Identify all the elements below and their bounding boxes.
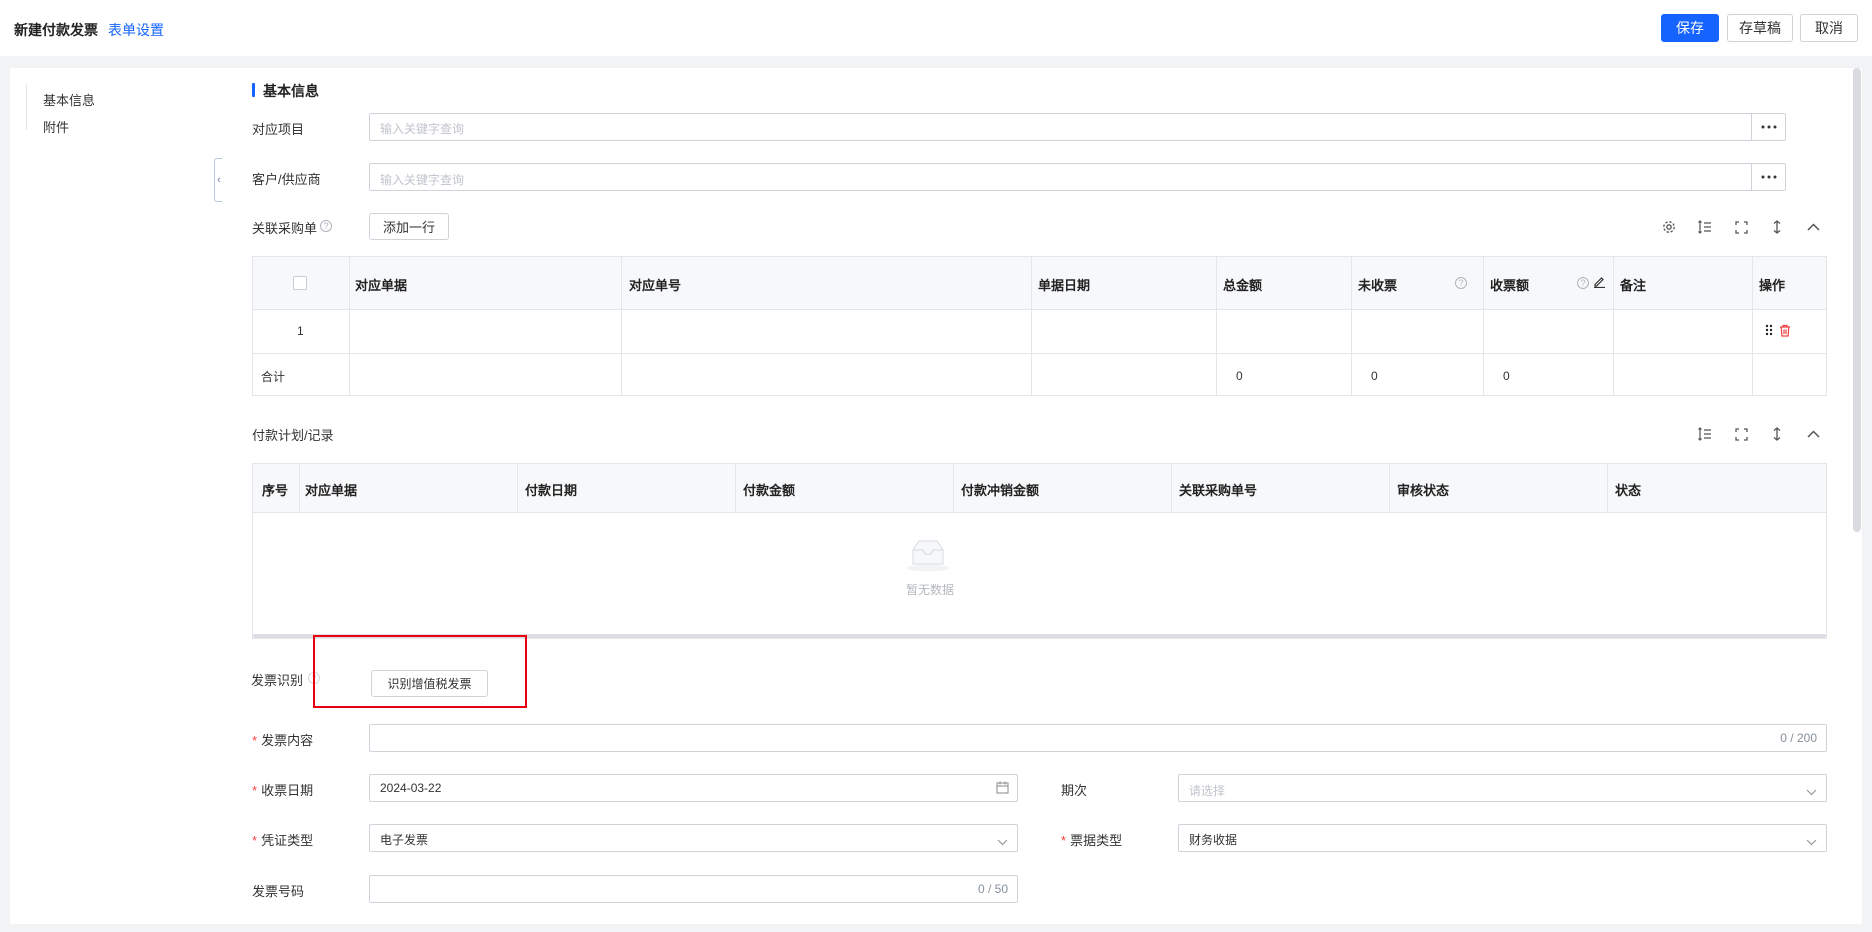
cancel-button[interactable]: 取消 bbox=[1800, 14, 1858, 42]
invoice-recognition-label: 发票识别 bbox=[251, 673, 304, 688]
invoice-content-input[interactable]: 0 / 200 bbox=[369, 724, 1827, 752]
more-icon bbox=[1761, 175, 1777, 179]
more-icon bbox=[1761, 125, 1777, 129]
row-index: 1 bbox=[297, 324, 304, 338]
drag-handle-icon[interactable] bbox=[1765, 324, 1773, 339]
invoice-number-input[interactable]: 0 / 50 bbox=[369, 875, 1018, 903]
project-placeholder: 输入关键字查询 bbox=[380, 122, 465, 136]
help-icon[interactable]: ? bbox=[1577, 277, 1589, 289]
col-header-remarks: 备注 bbox=[1620, 278, 1647, 293]
receive-date-value: 2024-03-22 bbox=[380, 781, 442, 795]
chevron-up-icon[interactable] bbox=[1804, 425, 1822, 443]
save-button[interactable]: 保存 bbox=[1661, 14, 1719, 42]
nav-item-attachments[interactable]: 附件 bbox=[43, 117, 69, 136]
customer-label: 客户/供应商 bbox=[252, 172, 321, 187]
ticket-type-select[interactable]: 财务收据 bbox=[1178, 824, 1827, 852]
row-density-icon[interactable] bbox=[1696, 425, 1714, 443]
col-header-payment-amount: 付款金额 bbox=[743, 483, 796, 498]
nav-item-basic-info[interactable]: 基本信息 bbox=[43, 90, 95, 109]
expand-vertical-icon[interactable] bbox=[1768, 425, 1786, 443]
top-bar: 新建付款发票 表单设置 保存 存草稿 取消 bbox=[0, 0, 1872, 56]
period-label: 期次 bbox=[1061, 783, 1088, 798]
col-header-document-date: 单据日期 bbox=[1038, 278, 1091, 293]
empty-box-icon bbox=[905, 538, 951, 575]
nav-rail bbox=[26, 84, 27, 130]
customer-placeholder: 输入关键字查询 bbox=[380, 173, 465, 187]
delete-icon[interactable] bbox=[1779, 324, 1791, 340]
col-header-document-number: 对应单号 bbox=[629, 278, 682, 293]
col-header-billed-amount: 收票额 bbox=[1490, 278, 1530, 293]
chevron-down-icon bbox=[1806, 834, 1817, 849]
invoice-content-label: * 发票内容 bbox=[252, 733, 314, 748]
calendar-icon bbox=[996, 781, 1009, 797]
page-scrollbar[interactable] bbox=[1853, 68, 1861, 532]
col-header-review-status: 审核状态 bbox=[1397, 483, 1450, 498]
section-accent-bar bbox=[252, 83, 255, 97]
chevron-left-icon: ‹ bbox=[217, 174, 221, 186]
col-header-document: 对应单据 bbox=[355, 278, 408, 293]
form-content: 基本信息 对应项目 输入关键字查询 客户/供应商 输入关键字查询 关联采购单 ?… bbox=[222, 68, 1862, 924]
empty-state-text: 暂无数据 bbox=[905, 583, 954, 597]
ticket-type-label: * 票据类型 bbox=[1061, 833, 1123, 848]
total-amount-sum: 0 bbox=[1236, 369, 1243, 383]
total-label: 合计 bbox=[261, 370, 286, 384]
invoice-number-label: 发票号码 bbox=[252, 884, 305, 899]
row-density-icon[interactable] bbox=[1696, 218, 1714, 236]
col-header-index: 序号 bbox=[262, 483, 289, 498]
section-title-basic-info: 基本信息 bbox=[263, 83, 319, 99]
add-row-button[interactable]: 添加一行 bbox=[369, 213, 449, 240]
col-header-writeoff-amount: 付款冲销金额 bbox=[961, 483, 1040, 498]
purchase-label: 关联采购单 bbox=[252, 221, 318, 236]
payment-plan-label: 付款计划/记录 bbox=[252, 428, 334, 443]
receive-date-input[interactable]: 2024-03-22 bbox=[369, 774, 1018, 802]
payment-plan-header bbox=[253, 464, 1826, 512]
payment-plan-table: 序号 对应单据 付款日期 付款金额 付款冲销金额 关联采购单号 审核状态 状态 … bbox=[252, 463, 1827, 639]
chevron-down-icon bbox=[1806, 784, 1817, 799]
voucher-type-label: * 凭证类型 bbox=[252, 833, 314, 848]
project-label: 对应项目 bbox=[252, 122, 305, 137]
chevron-up-icon[interactable] bbox=[1804, 218, 1822, 236]
edit-icon[interactable] bbox=[1593, 275, 1606, 291]
col-header-total-amount: 总金额 bbox=[1223, 278, 1263, 293]
customer-input[interactable]: 输入关键字查询 bbox=[369, 163, 1786, 191]
customer-picker-button[interactable] bbox=[1751, 164, 1786, 190]
col-header-status: 状态 bbox=[1615, 483, 1642, 498]
col-header-purchase-number: 关联采购单号 bbox=[1179, 483, 1258, 498]
form-settings-link[interactable]: 表单设置 bbox=[108, 20, 164, 40]
billed-sum: 0 bbox=[1503, 369, 1510, 383]
section-nav: 基本信息 附件 bbox=[10, 68, 222, 924]
col-header-unbilled: 未收票 bbox=[1358, 278, 1398, 293]
voucher-type-select[interactable]: 电子发票 bbox=[369, 824, 1018, 852]
col-header-document: 对应单据 bbox=[305, 483, 358, 498]
fullscreen-icon[interactable] bbox=[1732, 425, 1750, 443]
purchase-table: 对应单据 对应单号 单据日期 总金额 未收票 ? 收票额 ? 备注 操作 1 合… bbox=[252, 256, 1827, 396]
page-title: 新建付款发票 bbox=[14, 22, 98, 38]
receive-date-label: * 收票日期 bbox=[252, 783, 314, 798]
unbilled-sum: 0 bbox=[1371, 369, 1378, 383]
col-header-payment-date: 付款日期 bbox=[525, 483, 578, 498]
help-icon[interactable]: ? bbox=[320, 220, 332, 232]
select-all-checkbox[interactable] bbox=[293, 276, 307, 290]
invoice-number-counter: 0 / 50 bbox=[977, 882, 1008, 896]
save-draft-button[interactable]: 存草稿 bbox=[1727, 14, 1793, 42]
col-header-actions: 操作 bbox=[1759, 278, 1786, 293]
period-placeholder: 请选择 bbox=[1189, 784, 1226, 798]
project-input[interactable]: 输入关键字查询 bbox=[369, 113, 1786, 141]
settings-icon[interactable] bbox=[1660, 218, 1678, 236]
help-icon[interactable]: ? bbox=[1455, 277, 1467, 289]
project-picker-button[interactable] bbox=[1751, 114, 1786, 140]
fullscreen-icon[interactable] bbox=[1732, 218, 1750, 236]
ticket-type-value: 财务收据 bbox=[1189, 833, 1238, 847]
highlight-box bbox=[313, 635, 527, 708]
expand-vertical-icon[interactable] bbox=[1768, 218, 1786, 236]
invoice-content-counter: 0 / 200 bbox=[1780, 731, 1817, 745]
period-select[interactable]: 请选择 bbox=[1178, 774, 1827, 802]
chevron-down-icon bbox=[997, 834, 1008, 849]
voucher-type-value: 电子发票 bbox=[380, 833, 429, 847]
